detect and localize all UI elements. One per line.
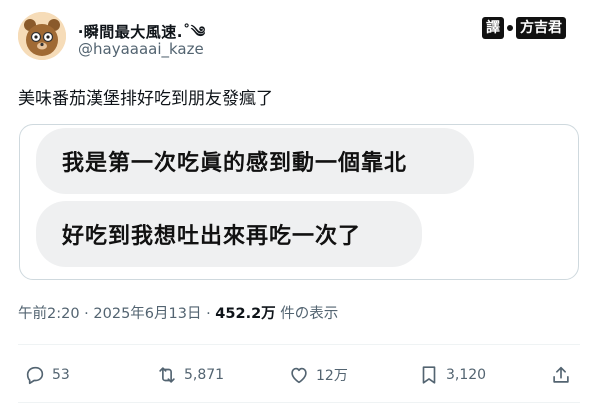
view-count: 452.2万 [215, 306, 276, 322]
post-meta: 午前2:20 · 2025年6月13日 · 452.2万 件の表示 [18, 302, 338, 323]
share-button[interactable] [550, 363, 572, 387]
repost-button[interactable]: 5,871 [156, 363, 224, 387]
watermark-right: 方吉君 [516, 17, 566, 39]
reply-icon [26, 366, 44, 385]
like-count: 12万 [316, 368, 348, 384]
like-icon [291, 367, 307, 384]
reply-count: 53 [52, 367, 70, 383]
post-timestamp[interactable]: 午前2:20 · 2025年6月13日 · [18, 306, 215, 322]
avatar[interactable] [18, 12, 66, 60]
action-bar: 53 5,871 12万 3,120 [24, 363, 580, 387]
repost-icon [159, 367, 175, 383]
watermark-left: 譯 [482, 17, 504, 39]
divider [18, 344, 580, 345]
divider [18, 402, 580, 403]
avatar-bear-icon [18, 12, 66, 60]
share-icon [553, 366, 569, 383]
chat-bubble: 我是第一次吃眞的感到動一個靠北 [36, 128, 474, 194]
attached-image[interactable]: 我是第一次吃眞的感到動一個靠北 好吃到我想吐出來再吃一次了 [19, 124, 579, 280]
bookmark-icon [422, 366, 436, 384]
view-count-label: 件の表示 [275, 306, 339, 322]
author-handle[interactable]: @hayaaaai_kaze [78, 40, 204, 58]
chat-bubble: 好吃到我想吐出來再吃一次了 [36, 201, 422, 267]
repost-count: 5,871 [184, 367, 225, 383]
bookmark-count: 3,120 [446, 367, 487, 383]
like-button[interactable]: 12万 [288, 363, 348, 387]
watermark-dot [507, 25, 513, 31]
translator-watermark: 譯 方吉君 [482, 16, 566, 40]
post-text: 美味番茄漢堡排好吃到朋友發瘋了 [18, 89, 273, 109]
bookmark-button[interactable]: 3,120 [418, 363, 486, 387]
reply-button[interactable]: 53 [24, 363, 70, 387]
